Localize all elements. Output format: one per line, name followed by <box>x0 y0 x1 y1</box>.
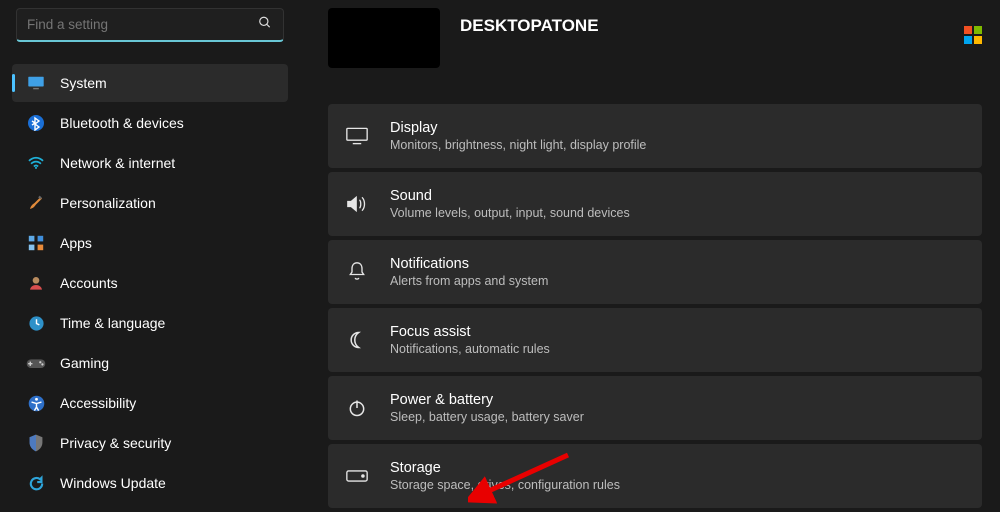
card-title: Focus assist <box>390 324 550 340</box>
game-icon <box>26 353 46 373</box>
card-title: Display <box>390 120 646 136</box>
card-focus-assist[interactable]: Focus assist Notifications, automatic rul… <box>328 308 982 372</box>
search-box <box>16 8 284 42</box>
sidebar-item-gaming[interactable]: Gaming <box>12 344 288 382</box>
card-subtitle: Notifications, automatic rules <box>390 342 550 356</box>
sidebar-item-label: Network & internet <box>60 155 175 171</box>
card-subtitle: Sleep, battery usage, battery saver <box>390 410 584 424</box>
sidebar-item-privacy-security[interactable]: Privacy & security <box>12 424 288 462</box>
sidebar-item-bluetooth-devices[interactable]: Bluetooth & devices <box>12 104 288 142</box>
sidebar: System Bluetooth & devices Network & inter… <box>0 0 300 512</box>
person-icon <box>26 273 46 293</box>
brush-icon <box>26 193 46 213</box>
nav-list: System Bluetooth & devices Network & inter… <box>12 64 288 502</box>
sidebar-item-label: Time & language <box>60 315 165 331</box>
card-title: Storage <box>390 460 620 476</box>
sidebar-item-label: Accessibility <box>60 395 136 411</box>
sidebar-item-label: System <box>60 75 107 91</box>
windows-logo-icon <box>964 26 982 44</box>
card-title: Notifications <box>390 256 548 272</box>
settings-cards: Display Monitors, brightness, night light… <box>328 104 982 508</box>
card-title: Power & battery <box>390 392 584 408</box>
card-subtitle: Volume levels, output, input, sound devi… <box>390 206 630 220</box>
card-subtitle: Alerts from apps and system <box>390 274 548 288</box>
card-sound[interactable]: Sound Volume levels, output, input, sound… <box>328 172 982 236</box>
sidebar-item-network-internet[interactable]: Network & internet <box>12 144 288 182</box>
card-subtitle: Monitors, brightness, night light, displ… <box>390 138 646 152</box>
sidebar-item-label: Personalization <box>60 195 156 211</box>
storage-icon <box>346 465 368 487</box>
sidebar-item-personalization[interactable]: Personalization <box>12 184 288 222</box>
speaker-icon <box>346 193 368 215</box>
bluetooth-icon <box>26 113 46 133</box>
moon-icon <box>346 329 368 351</box>
device-name: DESKTOPATONE <box>460 16 599 36</box>
wifi-icon <box>26 153 46 173</box>
power-icon <box>346 397 368 419</box>
sidebar-item-accessibility[interactable]: Accessibility <box>12 384 288 422</box>
card-storage[interactable]: Storage Storage space, drives, configurat… <box>328 444 982 508</box>
card-power-battery[interactable]: Power & battery Sleep, battery usage, bat… <box>328 376 982 440</box>
avatar <box>328 8 440 68</box>
bell-icon <box>346 261 368 283</box>
sidebar-item-label: Bluetooth & devices <box>60 115 184 131</box>
card-display[interactable]: Display Monitors, brightness, night light… <box>328 104 982 168</box>
accessibility-icon <box>26 393 46 413</box>
sidebar-item-system[interactable]: System <box>12 64 288 102</box>
sidebar-item-label: Apps <box>60 235 92 251</box>
sidebar-item-label: Windows Update <box>60 475 166 491</box>
display-color-icon <box>26 73 46 93</box>
header: DESKTOPATONE <box>328 8 982 68</box>
card-notifications[interactable]: Notifications Alerts from apps and system <box>328 240 982 304</box>
sidebar-item-label: Privacy & security <box>60 435 171 451</box>
card-title: Sound <box>390 188 630 204</box>
monitor-outline-icon <box>346 125 368 147</box>
sidebar-item-accounts[interactable]: Accounts <box>12 264 288 302</box>
clock-icon <box>26 313 46 333</box>
main-panel: DESKTOPATONE Display Monitors, brightness… <box>300 0 1000 512</box>
update-icon <box>26 473 46 493</box>
sidebar-item-label: Accounts <box>60 275 118 291</box>
apps-icon <box>26 233 46 253</box>
search-input[interactable] <box>16 8 284 42</box>
sidebar-item-time-language[interactable]: Time & language <box>12 304 288 342</box>
card-subtitle: Storage space, drives, configuration rul… <box>390 478 620 492</box>
sidebar-item-label: Gaming <box>60 355 109 371</box>
sidebar-item-windows-update[interactable]: Windows Update <box>12 464 288 502</box>
sidebar-item-apps[interactable]: Apps <box>12 224 288 262</box>
shield-icon <box>26 433 46 453</box>
